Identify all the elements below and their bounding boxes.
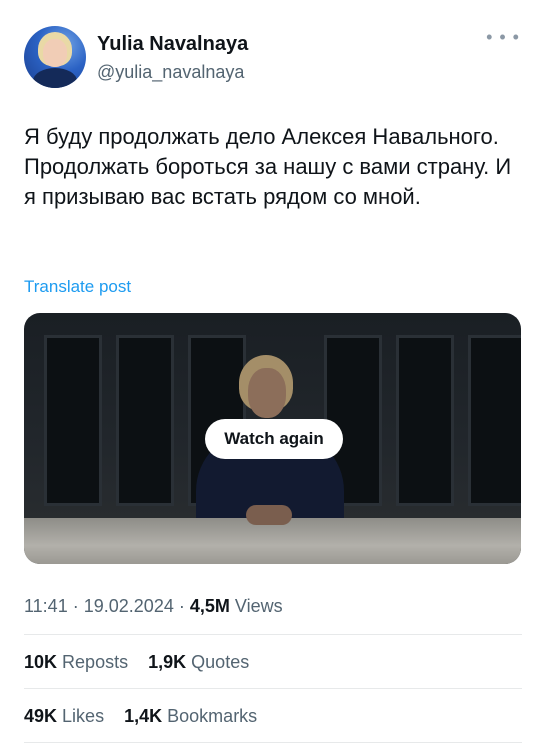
- divider: [24, 634, 522, 635]
- post-time[interactable]: 11:41: [24, 596, 68, 616]
- background-window: [116, 335, 174, 506]
- divider: [24, 742, 522, 743]
- bookmarks-label: Bookmarks: [167, 706, 258, 726]
- quotes-stat[interactable]: 1,9K Quotes: [148, 652, 249, 672]
- post-date[interactable]: 19.02.2024: [84, 596, 174, 616]
- video-person-face: [248, 368, 286, 418]
- views-label: Views: [234, 596, 283, 616]
- video-person-hands: [246, 505, 292, 525]
- background-window: [468, 335, 521, 506]
- bookmarks-count: 1,4K: [124, 706, 163, 726]
- avatar[interactable]: [24, 26, 86, 88]
- quotes-label: Quotes: [191, 652, 250, 672]
- display-name[interactable]: Yulia Navalnaya: [97, 33, 248, 56]
- post-header: Yulia Navalnaya @yulia_navalnaya • • •: [24, 26, 524, 90]
- meta-separator: ·: [178, 596, 185, 616]
- likes-stat[interactable]: 49K Likes: [24, 706, 109, 726]
- user-handle[interactable]: @yulia_navalnaya: [97, 62, 244, 83]
- meta-separator: ·: [72, 596, 79, 616]
- avatar-face: [43, 39, 67, 67]
- post-meta: 11:41 · 19.02.2024 · 4,5M Views: [24, 596, 283, 617]
- avatar-body: [33, 68, 77, 88]
- post-text: Я буду продолжать дело Алексея Навальног…: [24, 124, 512, 209]
- likes-count: 49K: [24, 706, 58, 726]
- stats-row-reposts-quotes: 10K Reposts 1,9K Quotes: [24, 652, 249, 673]
- reposts-label: Reposts: [62, 652, 129, 672]
- background-window: [44, 335, 102, 506]
- divider: [24, 688, 522, 689]
- watch-again-button[interactable]: Watch again: [205, 419, 343, 459]
- bookmarks-stat[interactable]: 1,4K Bookmarks: [124, 706, 257, 726]
- background-window: [396, 335, 454, 506]
- video-player[interactable]: Watch again: [24, 313, 521, 564]
- likes-label: Likes: [62, 706, 105, 726]
- reposts-count: 10K: [24, 652, 58, 672]
- views-count: 4,5M: [189, 596, 230, 616]
- more-horizontal-icon[interactable]: • • •: [486, 28, 520, 46]
- quotes-count: 1,9K: [148, 652, 187, 672]
- stats-row-likes-bookmarks: 49K Likes 1,4K Bookmarks: [24, 706, 257, 727]
- reposts-stat[interactable]: 10K Reposts: [24, 652, 133, 672]
- translate-post-link[interactable]: Translate post: [24, 277, 131, 297]
